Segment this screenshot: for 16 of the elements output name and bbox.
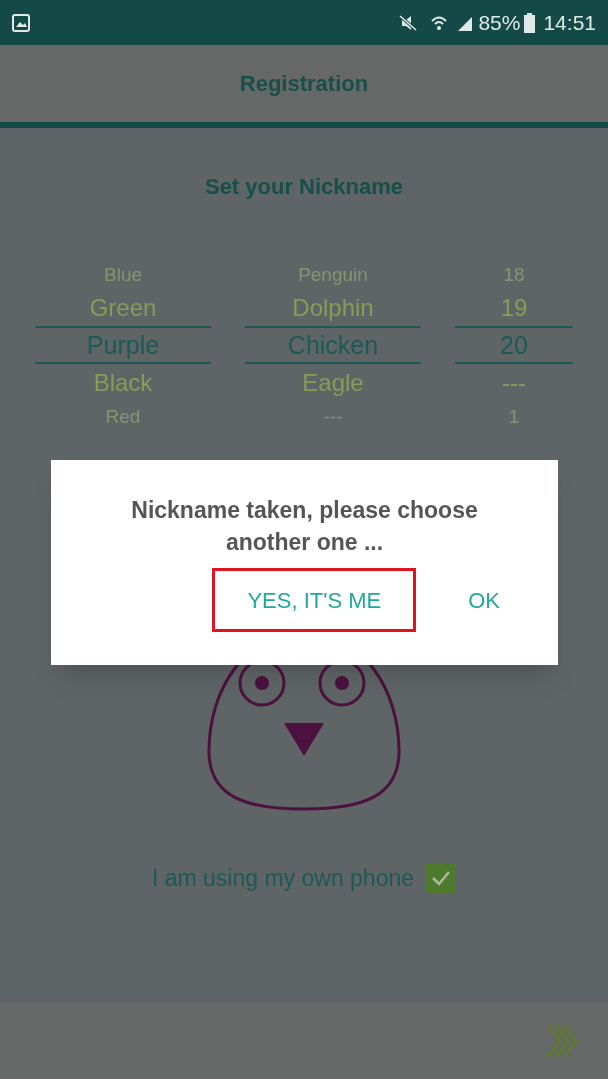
picker-item[interactable]: --- [245, 401, 421, 431]
dialog-message: Nickname taken, please choose another one ... [130, 496, 479, 557]
picker-item[interactable]: Purple [35, 326, 211, 364]
picker-item[interactable]: 20 [455, 326, 573, 364]
own-phone-label: I am using my own phone [151, 864, 415, 893]
image-icon [12, 13, 30, 32]
header-title: Registration [239, 70, 369, 98]
battery-percentage: 85% [478, 9, 521, 36]
section-heading: Set your Nickname [204, 173, 404, 201]
dialog-button[interactable]: OK [436, 568, 532, 632]
own-phone-checkbox[interactable] [426, 863, 457, 894]
clock: 14:51 [543, 9, 596, 36]
picker-item[interactable]: Chicken [245, 326, 421, 364]
battery-icon [524, 12, 536, 33]
picker-item[interactable]: --- [455, 364, 573, 401]
dialog-button[interactable]: YES, IT'S ME [212, 568, 417, 632]
